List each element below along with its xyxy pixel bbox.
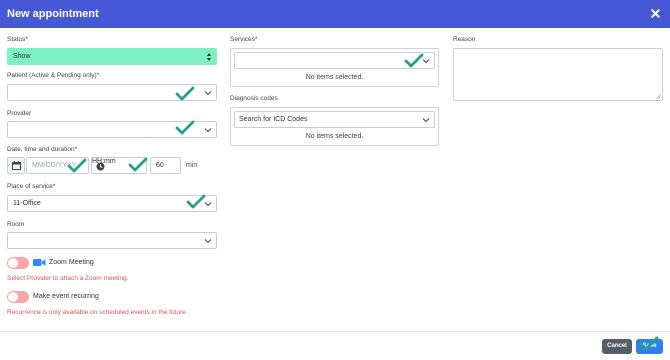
chevron-down-icon bbox=[204, 239, 212, 244]
duration-input[interactable]: 60 bbox=[150, 157, 181, 174]
diagnosis-placeholder: Search for ICD Codes bbox=[239, 116, 308, 123]
chevron-down-icon bbox=[422, 118, 430, 123]
checkmark-icon bbox=[175, 120, 195, 135]
status-select[interactable]: Show bbox=[7, 48, 217, 65]
place-label: Place of service* bbox=[7, 183, 56, 190]
sort-arrows-icon bbox=[207, 53, 211, 61]
toggle-knob bbox=[8, 258, 18, 268]
room-label: Room bbox=[7, 221, 25, 228]
zoom-warning: Select Provider to attach a Zoom meeting… bbox=[7, 275, 129, 282]
close-icon[interactable] bbox=[650, 8, 661, 19]
checkmark-icon bbox=[404, 53, 424, 68]
cancel-button[interactable]: Cancel bbox=[602, 339, 632, 354]
zoom-label: Zoom Meeting bbox=[49, 259, 94, 266]
diagnosis-empty: No items selected. bbox=[305, 133, 364, 140]
duration-value: 60 bbox=[156, 162, 164, 169]
toggle-knob bbox=[8, 292, 18, 302]
clock-icon bbox=[96, 162, 105, 171]
provider-label: Provider bbox=[7, 110, 32, 117]
chevron-down-icon bbox=[204, 91, 212, 96]
services-empty: No items selected. bbox=[305, 74, 364, 81]
reason-label: Reason bbox=[453, 36, 476, 43]
video-camera-icon bbox=[33, 259, 46, 266]
calendar-button[interactable] bbox=[7, 157, 25, 174]
zoom-toggle[interactable] bbox=[7, 257, 29, 269]
duration-unit: min bbox=[186, 162, 198, 169]
checkmark-icon bbox=[175, 86, 195, 101]
checkmark-icon bbox=[639, 336, 659, 351]
resize-handle-icon[interactable] bbox=[656, 94, 661, 99]
recurring-label: Make event recurring bbox=[33, 293, 99, 300]
footer-divider bbox=[0, 331, 670, 332]
patient-label: Patient (Active & Pending only)* bbox=[7, 72, 100, 79]
diagnosis-label: Diagnosis codes bbox=[230, 95, 278, 102]
status-value: Show bbox=[13, 53, 31, 60]
diagnosis-search-input[interactable]: Search for ICD Codes bbox=[234, 111, 435, 128]
place-value: 11-Office bbox=[13, 200, 41, 207]
services-label: Services* bbox=[230, 36, 258, 43]
calendar-icon bbox=[12, 161, 21, 170]
checkmark-icon bbox=[186, 194, 206, 209]
status-label: Status* bbox=[7, 36, 28, 43]
diagnosis-box: Search for ICD Codes No items selected. bbox=[230, 107, 439, 146]
room-select[interactable] bbox=[7, 232, 217, 249]
checkmark-icon bbox=[67, 158, 87, 173]
recurring-toggle[interactable] bbox=[7, 291, 29, 303]
datetime-label: Date, time and duration* bbox=[7, 146, 78, 153]
dialog-header: New appointment bbox=[0, 0, 670, 28]
checkmark-icon bbox=[128, 157, 148, 172]
reason-textarea[interactable] bbox=[453, 48, 663, 101]
dialog-title: New appointment bbox=[7, 8, 99, 20]
chevron-down-icon bbox=[204, 128, 212, 133]
recurring-warning: Recurrence is only available on schedule… bbox=[7, 309, 188, 316]
